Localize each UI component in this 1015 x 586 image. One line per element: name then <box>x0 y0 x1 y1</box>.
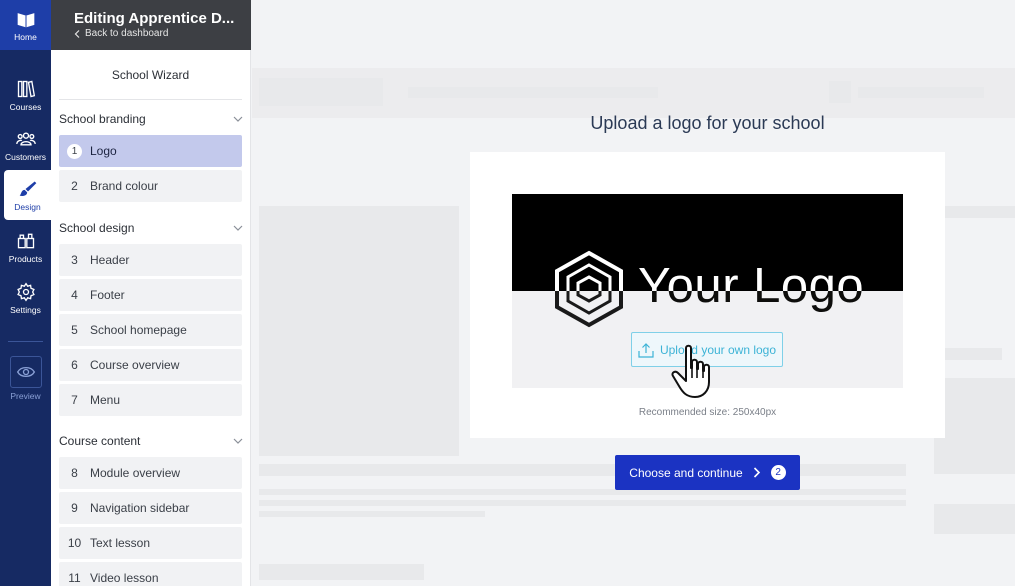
nav-courses[interactable]: Courses <box>0 70 51 120</box>
step-label: Video lesson <box>90 571 159 585</box>
step-header[interactable]: 3 Header <box>59 244 242 276</box>
nav-design-label: Design <box>14 201 41 212</box>
step-logo[interactable]: 1 Logo <box>59 135 242 167</box>
step-label: School homepage <box>90 323 187 337</box>
nav-customers[interactable]: Customers <box>0 120 51 170</box>
nav-home-label: Home <box>14 31 37 42</box>
wizard-panel: School Wizard School branding 1 Logo 2 B… <box>51 50 251 586</box>
skeleton-block <box>259 500 906 506</box>
section-label: School design <box>59 221 135 235</box>
users-icon <box>15 132 36 145</box>
skeleton-block <box>829 81 851 103</box>
skeleton-block <box>945 206 1015 218</box>
nav-courses-label: Courses <box>9 101 42 112</box>
step-label: Module overview <box>90 466 181 480</box>
section-label: Course content <box>59 434 141 448</box>
nav-rail: Home Courses Customers Design Products S… <box>0 0 51 586</box>
nav-home[interactable]: Home <box>0 0 51 50</box>
nav-preview[interactable]: Preview <box>0 352 51 404</box>
section-school-design[interactable]: School design <box>51 219 250 237</box>
section-label: School branding <box>59 112 146 126</box>
step-navigation-sidebar[interactable]: 9 Navigation sidebar <box>59 492 242 524</box>
step-number: 5 <box>71 323 78 337</box>
section-course-content[interactable]: Course content <box>51 432 250 450</box>
upload-title: Upload a logo for your school <box>590 113 825 133</box>
wizard-title: School Wizard <box>111 68 190 82</box>
panel-title: Editing Apprentice D... <box>74 10 235 27</box>
library-icon <box>17 80 35 97</box>
nav-customers-label: Customers <box>4 151 47 162</box>
chevron-down-icon <box>233 225 243 231</box>
products-icon <box>17 233 34 248</box>
step-school-homepage[interactable]: 5 School homepage <box>59 314 242 346</box>
logo-placeholder-text: Your Logo <box>638 259 865 313</box>
step-label: Logo <box>90 144 117 158</box>
back-link-label: Back to dashboard <box>85 28 169 39</box>
step-brand-colour[interactable]: 2 Brand colour <box>59 170 242 202</box>
step-number: 1 <box>59 143 90 159</box>
skeleton-block <box>259 564 424 580</box>
preview-icon-box <box>9 355 42 388</box>
step-number: 4 <box>71 288 78 302</box>
step-label: Menu <box>90 393 121 407</box>
skeleton-block <box>259 489 906 495</box>
gear-icon <box>16 281 35 302</box>
chevron-right-icon <box>753 467 760 478</box>
step-number: 6 <box>71 358 78 372</box>
chevron-down-icon <box>233 116 243 122</box>
skeleton-block <box>934 378 1015 474</box>
step-course-overview[interactable]: 6 Course overview <box>59 349 242 381</box>
step-number: 10 <box>67 536 82 550</box>
nav-design[interactable]: Design <box>4 170 51 220</box>
step-video-lesson[interactable]: 11 Video lesson <box>59 562 242 586</box>
book-icon <box>17 12 34 27</box>
nav-settings[interactable]: Settings <box>0 273 51 323</box>
choose-and-continue-button[interactable]: Choose and continue 2 <box>615 455 800 490</box>
step-label: Navigation sidebar <box>90 501 190 515</box>
skeleton-block <box>259 78 383 106</box>
step-number: 3 <box>71 253 78 267</box>
skeleton-block <box>259 464 906 476</box>
recommended-size-text: Recommended size: 250x40px <box>638 407 777 418</box>
step-text-lesson[interactable]: 10 Text lesson <box>59 527 242 559</box>
step-number: 8 <box>71 466 78 480</box>
step-number: 2 <box>71 179 78 193</box>
step-label: Footer <box>90 288 125 302</box>
step-label: Course overview <box>90 358 180 372</box>
eye-icon <box>16 366 35 377</box>
step-label: Brand colour <box>90 179 159 193</box>
wizard-separator <box>59 99 242 100</box>
panel-header: Editing Apprentice D... Back to dashboar… <box>51 0 251 50</box>
step-number: 11 <box>68 571 81 585</box>
step-module-overview[interactable]: 8 Module overview <box>59 457 242 489</box>
skeleton-block <box>945 348 1002 360</box>
nav-products-label: Products <box>8 253 43 264</box>
rail-divider <box>8 341 43 342</box>
step-footer[interactable]: 4 Footer <box>59 279 242 311</box>
step-label: Text lesson <box>90 536 151 550</box>
nav-preview-label: Preview <box>10 390 41 401</box>
skeleton-block <box>934 504 1015 534</box>
step-badge: 2 <box>770 465 786 480</box>
skeleton-block <box>259 511 485 517</box>
step-number: 7 <box>71 393 78 407</box>
chevron-down-icon <box>233 438 243 444</box>
upload-icon <box>638 342 654 358</box>
continue-label: Choose and continue <box>629 465 743 480</box>
skeleton-block <box>259 206 459 456</box>
skeleton-block <box>408 87 658 98</box>
brush-icon <box>19 181 36 196</box>
chevron-left-icon <box>74 29 80 38</box>
skeleton-block <box>858 87 984 98</box>
section-school-branding[interactable]: School branding <box>51 110 250 128</box>
step-menu[interactable]: 7 Menu <box>59 384 242 416</box>
nav-products[interactable]: Products <box>0 222 51 272</box>
step-label: Header <box>90 253 130 267</box>
nav-settings-label: Settings <box>10 304 41 315</box>
step-number: 9 <box>71 501 78 515</box>
back-to-dashboard-link[interactable]: Back to dashboard <box>74 28 251 39</box>
hand-cursor-icon <box>671 344 710 398</box>
